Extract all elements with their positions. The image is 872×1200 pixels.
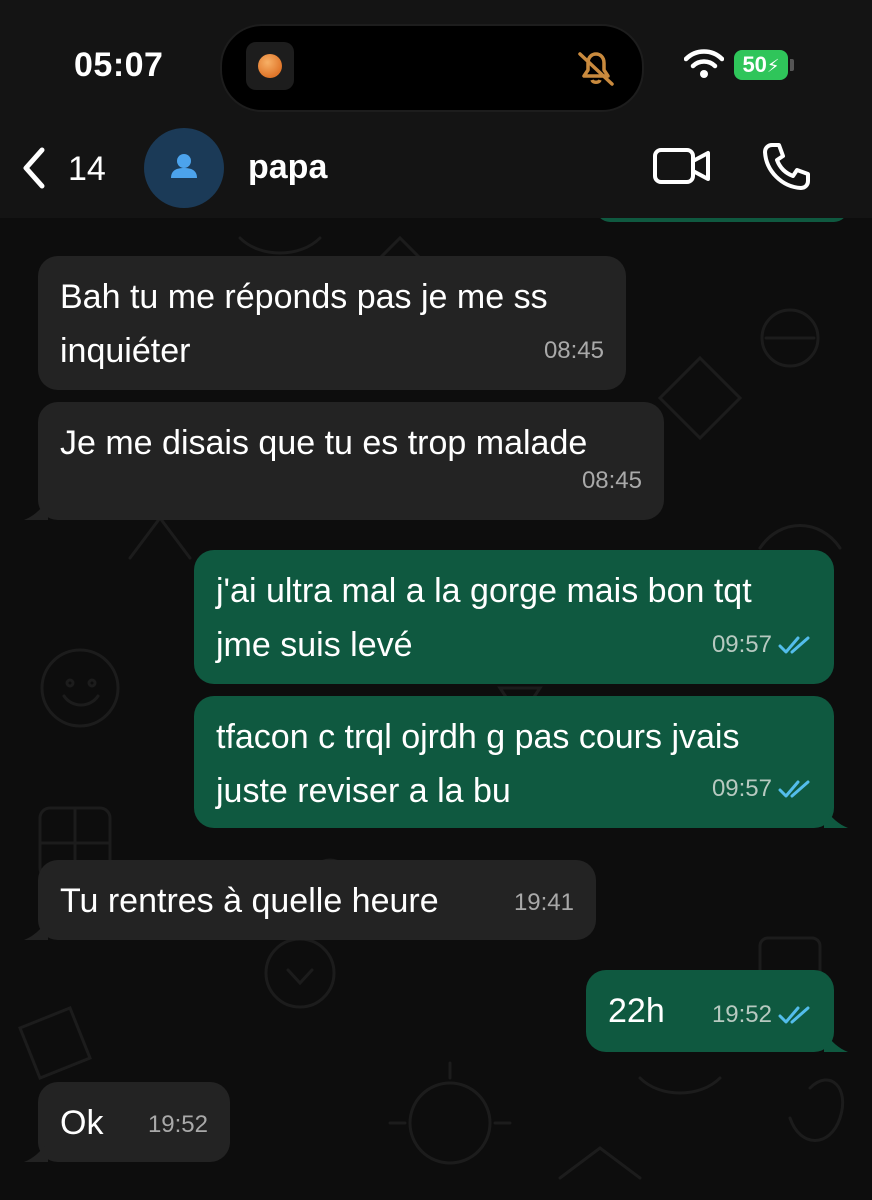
bubble-tail xyxy=(824,1032,848,1052)
message-meta: 09:57 xyxy=(712,618,812,672)
bubble-tail xyxy=(824,808,848,828)
phone-icon[interactable] xyxy=(760,140,812,192)
mute-bell-icon xyxy=(578,52,614,86)
message-text: Tu rentres à quelle heure xyxy=(60,882,439,920)
message-text: Bah tu me réponds pas je me ss inquiéter xyxy=(60,278,548,370)
person-icon xyxy=(171,154,197,178)
message-meta: 08:45 xyxy=(582,454,642,508)
message-time: 19:52 xyxy=(147,1111,208,1138)
unread-count: 14 xyxy=(68,150,106,188)
outgoing-message[interactable]: 22h 19:52 xyxy=(586,970,848,1052)
back-button[interactable]: 14 xyxy=(14,140,114,196)
wifi-icon xyxy=(684,49,724,78)
read-receipt-icon xyxy=(778,780,810,798)
message-time: 09:57 xyxy=(711,775,772,802)
bubble-tail xyxy=(24,500,48,520)
message-list[interactable]: Bah tu me réponds pas je me ss inquiéter… xyxy=(0,208,872,1200)
incoming-message[interactable]: Bah tu me réponds pas je me ss inquiéter… xyxy=(38,256,626,390)
message-time: 09:57 xyxy=(711,631,772,658)
message-text: Je me disais que tu es trop malade xyxy=(60,424,588,462)
chevron-left-icon xyxy=(23,147,45,189)
chat-header: 05:07 50⚡ 14 papa xyxy=(0,0,872,218)
message-time: 19:52 xyxy=(711,1001,772,1028)
contact-avatar[interactable] xyxy=(144,128,224,208)
read-receipt-icon xyxy=(778,636,810,654)
video-call-icon[interactable] xyxy=(652,144,712,188)
message-meta: 09:57 xyxy=(712,762,812,816)
battery-cap xyxy=(790,59,794,71)
message-time: 19:41 xyxy=(513,889,574,916)
outgoing-message[interactable]: tfacon c trql ojrdh g pas cours jvais ju… xyxy=(194,696,848,828)
status-time: 05:07 xyxy=(74,46,164,84)
message-meta: 19:41 xyxy=(514,876,574,930)
message-meta: 19:52 xyxy=(712,988,812,1042)
live-activity-app-icon xyxy=(246,42,294,90)
message-meta: 08:45 xyxy=(544,324,604,378)
incoming-message[interactable]: Je me disais que tu es trop malade 08:45 xyxy=(24,402,664,520)
incoming-message[interactable]: Ok 19:52 xyxy=(24,1082,230,1162)
bubble-tail xyxy=(24,920,48,940)
contact-name[interactable]: papa xyxy=(248,148,327,187)
dynamic-island xyxy=(220,24,644,112)
bubble-tail xyxy=(24,1142,48,1162)
message-time: 08:45 xyxy=(543,337,604,364)
battery-level: 50 xyxy=(742,52,767,77)
outgoing-message[interactable]: j'ai ultra mal a la gorge mais bon tqt j… xyxy=(194,550,834,684)
message-meta: 19:52 xyxy=(148,1098,208,1152)
incoming-message[interactable]: Tu rentres à quelle heure 19:41 xyxy=(24,860,596,940)
chat-screen: 05:07 50⚡ 14 papa Bah tu me réponds pas … xyxy=(0,0,872,1200)
message-time: 08:45 xyxy=(581,467,642,494)
battery-indicator: 50⚡ xyxy=(734,50,788,80)
read-receipt-icon xyxy=(778,1006,810,1024)
charging-bolt-icon: ⚡ xyxy=(766,56,780,76)
